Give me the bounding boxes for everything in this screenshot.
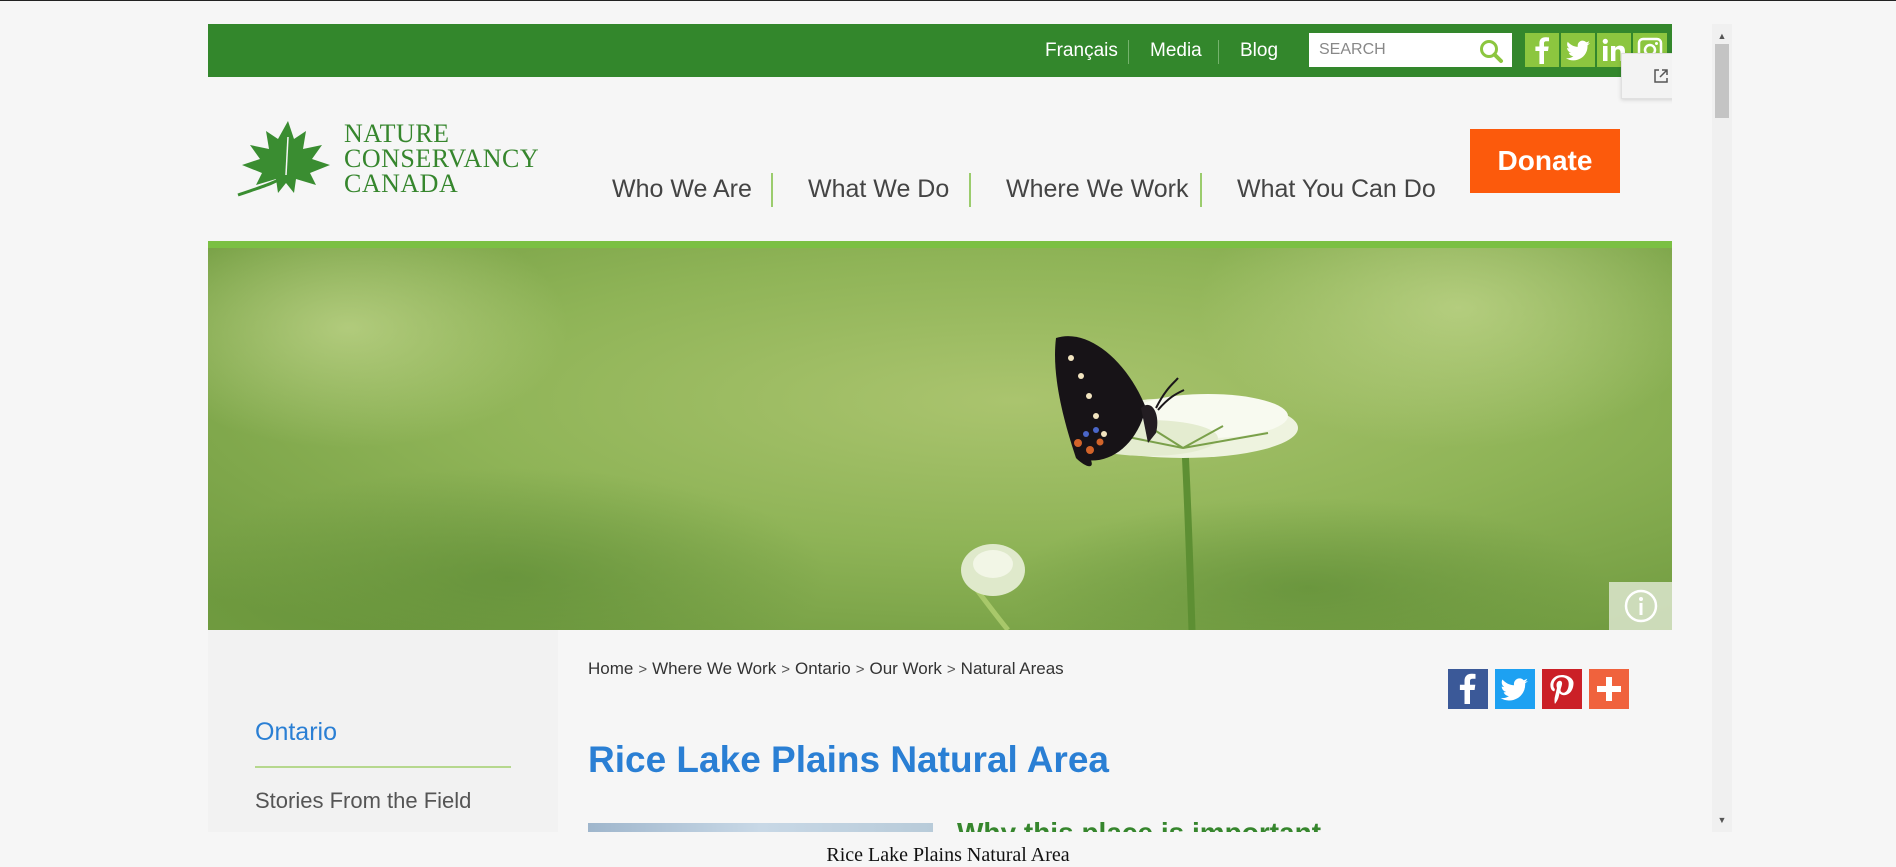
scroll-up-arrow[interactable]: ▲: [1712, 28, 1732, 44]
logo-wordmark: NATURE CONSERVANCY CANADA: [344, 119, 540, 198]
site-header: NATURE CONSERVANCY CANADA Who We Are Wha…: [208, 77, 1672, 241]
more-share-icon[interactable]: [1589, 669, 1629, 709]
image-info-button[interactable]: [1609, 582, 1672, 630]
nature-conservancy-logo[interactable]: NATURE CONSERVANCY CANADA: [236, 117, 556, 201]
sidebar: Ontario Stories From the Field: [208, 630, 558, 832]
utility-separator: [1218, 40, 1219, 64]
breadcrumb-separator: >: [781, 661, 790, 678]
lake-photo-thumbnail: [588, 823, 933, 832]
nav-separator: [771, 173, 773, 207]
breadcrumb-natural-areas[interactable]: Natural Areas: [961, 659, 1064, 678]
sidebar-divider: [255, 766, 511, 768]
breadcrumb-separator: >: [855, 661, 865, 678]
breadcrumb-separator: >: [946, 661, 956, 678]
breadcrumb-our-work[interactable]: Our Work: [869, 659, 941, 678]
utility-separator: [1128, 40, 1129, 64]
sidebar-title-ontario[interactable]: Ontario: [255, 718, 337, 747]
external-link-icon: [1654, 69, 1668, 83]
logo-line: CANADA: [344, 169, 459, 198]
main-content: Home > Where We Work > Ontario > Our Work > Natu…: [558, 630, 1672, 832]
nav-what-we-do[interactable]: What We Do: [808, 175, 949, 204]
butterfly-on-flower-photo: [208, 248, 1672, 630]
twitter-icon[interactable]: [1561, 33, 1595, 67]
page-title: Rice Lake Plains Natural Area: [588, 739, 1109, 780]
hero-image: [208, 241, 1672, 630]
nav-where-we-work[interactable]: Where We Work: [1006, 175, 1188, 204]
nav-separator: [969, 173, 971, 207]
breadcrumb-home[interactable]: Home: [588, 659, 633, 678]
web-page: Français Media Blog SEARCH NATURE CONSER…: [208, 24, 1672, 832]
facebook-share-icon[interactable]: [1448, 669, 1488, 709]
pinterest-share-icon[interactable]: [1542, 669, 1582, 709]
search-input[interactable]: [1309, 33, 1479, 67]
logo-line: CONSERVANCY: [344, 144, 540, 173]
breadcrumb-separator: >: [638, 661, 648, 678]
logo-line: NATURE: [344, 119, 450, 148]
utility-bar: Français Media Blog: [208, 24, 1672, 77]
maple-leaf-icon: [237, 121, 330, 197]
open-in-new-window-popup[interactable]: [1621, 53, 1672, 99]
donate-button[interactable]: Donate: [1470, 129, 1620, 193]
breadcrumb: Home > Where We Work > Ontario > Our Work > Natu…: [588, 659, 1064, 679]
search-box: [1309, 33, 1512, 67]
nav-separator: [1200, 173, 1202, 207]
scrollbar-thumb[interactable]: [1715, 44, 1729, 118]
nav-who-we-are[interactable]: Who We Are: [612, 175, 752, 204]
francais-link[interactable]: Français: [1045, 24, 1118, 77]
section-subheading: Why this place is important: [957, 817, 1321, 832]
media-link[interactable]: Media: [1150, 24, 1202, 77]
window-top-edge: [0, 0, 1896, 1]
facebook-icon[interactable]: [1525, 33, 1559, 67]
breadcrumb-ontario[interactable]: Ontario: [795, 659, 851, 678]
scroll-down-arrow[interactable]: ▼: [1712, 812, 1732, 828]
twitter-share-icon[interactable]: [1495, 669, 1535, 709]
nav-what-you-can-do[interactable]: What You Can Do: [1237, 175, 1436, 204]
hero-accent-bar: [208, 241, 1672, 248]
search-icon[interactable]: [1478, 38, 1504, 64]
sidebar-item-stories[interactable]: Stories From the Field: [255, 788, 471, 814]
page-scrollbar[interactable]: ▲ ▼: [1712, 24, 1732, 832]
blog-link[interactable]: Blog: [1240, 24, 1278, 77]
info-icon: [1624, 589, 1658, 623]
breadcrumb-where-we-work[interactable]: Where We Work: [652, 659, 776, 678]
